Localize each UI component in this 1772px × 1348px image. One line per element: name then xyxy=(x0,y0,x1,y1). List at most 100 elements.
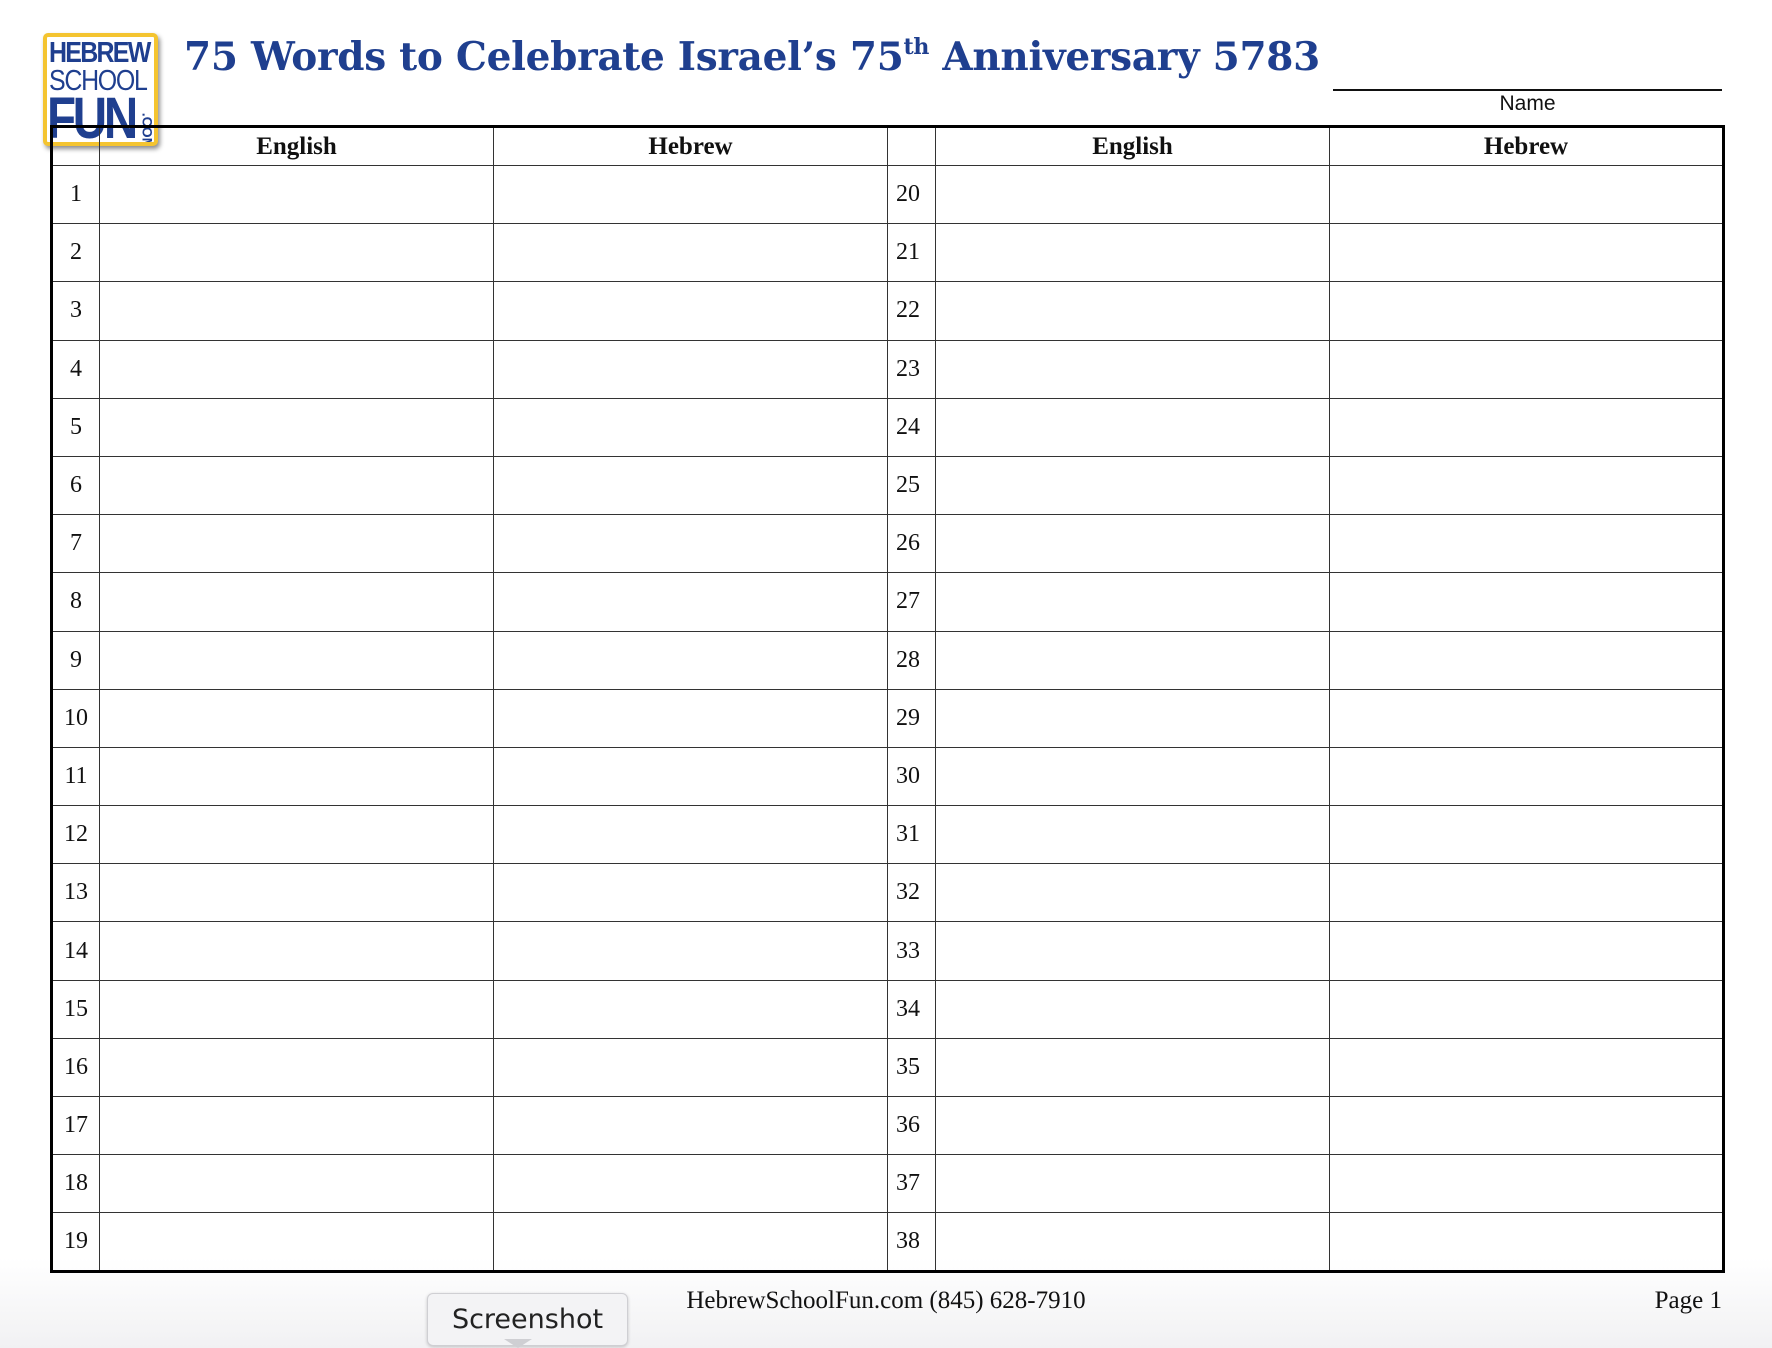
row-number-right: 25 xyxy=(887,455,936,516)
hebrew-cell-right[interactable] xyxy=(1329,805,1724,865)
table-row: 2 21 xyxy=(51,223,1724,283)
table-header-row: English Hebrew English Hebrew xyxy=(51,126,1724,166)
row-number-left: 12 xyxy=(51,805,100,865)
hebrew-cell-left[interactable] xyxy=(493,514,888,574)
row-number-left: 4 xyxy=(51,339,100,399)
hebrew-cell-right[interactable] xyxy=(1329,863,1724,923)
hebrew-cell-right[interactable] xyxy=(1329,339,1724,399)
hebrew-cell-left[interactable] xyxy=(493,455,888,516)
hebrew-cell-right[interactable] xyxy=(1329,746,1724,807)
hebrew-cell-left[interactable] xyxy=(493,746,888,807)
english-cell-right[interactable] xyxy=(935,514,1330,574)
hebrew-cell-left[interactable] xyxy=(493,1095,888,1156)
english-cell-right[interactable] xyxy=(935,1095,1330,1156)
title-superscript: th xyxy=(903,34,930,60)
english-cell-left[interactable] xyxy=(99,339,494,399)
english-cell-left[interactable] xyxy=(99,1154,494,1214)
english-cell-left[interactable] xyxy=(99,223,494,283)
hebrew-cell-right[interactable] xyxy=(1329,1095,1724,1156)
english-cell-right[interactable] xyxy=(935,164,1330,225)
english-cell-right[interactable] xyxy=(935,1212,1330,1272)
english-cell-left[interactable] xyxy=(99,164,494,225)
logo-line-1: HEBREW xyxy=(49,37,151,69)
english-cell-right[interactable] xyxy=(935,572,1330,632)
hebrew-cell-left[interactable] xyxy=(493,1154,888,1214)
english-cell-left[interactable] xyxy=(99,397,494,457)
english-cell-left[interactable] xyxy=(99,921,494,981)
hebrew-cell-right[interactable] xyxy=(1329,979,1724,1039)
english-cell-right[interactable] xyxy=(935,921,1330,981)
hebrew-cell-left[interactable] xyxy=(493,164,888,225)
english-cell-right[interactable] xyxy=(935,281,1330,341)
english-cell-left[interactable] xyxy=(99,688,494,748)
hebrew-cell-left[interactable] xyxy=(493,1037,888,1098)
row-number-left: 2 xyxy=(51,223,100,283)
row-number-left: 18 xyxy=(51,1154,100,1214)
english-cell-left[interactable] xyxy=(99,514,494,574)
english-cell-left[interactable] xyxy=(99,572,494,632)
hebrew-cell-right[interactable] xyxy=(1329,397,1724,457)
hebrew-cell-right[interactable] xyxy=(1329,1212,1724,1272)
hebrew-cell-left[interactable] xyxy=(493,921,888,981)
english-cell-left[interactable] xyxy=(99,979,494,1039)
english-cell-left[interactable] xyxy=(99,1095,494,1156)
row-number-left: 7 xyxy=(51,514,100,574)
english-cell-left[interactable] xyxy=(99,1037,494,1098)
english-cell-right[interactable] xyxy=(935,863,1330,923)
hebrew-cell-left[interactable] xyxy=(493,397,888,457)
hebrew-cell-right[interactable] xyxy=(1329,223,1724,283)
english-cell-right[interactable] xyxy=(935,1037,1330,1098)
hebrew-cell-right[interactable] xyxy=(1329,688,1724,748)
hebrew-cell-right[interactable] xyxy=(1329,572,1724,632)
row-number-left: 15 xyxy=(51,979,100,1039)
english-cell-left[interactable] xyxy=(99,746,494,807)
hebrew-cell-left[interactable] xyxy=(493,572,888,632)
english-cell-right[interactable] xyxy=(935,630,1330,690)
english-cell-right[interactable] xyxy=(935,688,1330,748)
hebrew-cell-right[interactable] xyxy=(1329,281,1724,341)
table-row: 9 28 xyxy=(51,630,1724,690)
row-number-right: 35 xyxy=(887,1037,936,1098)
row-number-right: 29 xyxy=(887,688,936,748)
english-cell-left[interactable] xyxy=(99,281,494,341)
english-cell-right[interactable] xyxy=(935,979,1330,1039)
row-number-right: 31 xyxy=(887,805,936,865)
english-cell-right[interactable] xyxy=(935,805,1330,865)
table-row: 13 32 xyxy=(51,863,1724,923)
english-cell-left[interactable] xyxy=(99,863,494,923)
row-number-right: 22 xyxy=(887,281,936,341)
row-number-right: 37 xyxy=(887,1154,936,1214)
hebrew-cell-right[interactable] xyxy=(1329,514,1724,574)
row-number-left: 10 xyxy=(51,688,100,748)
hebrew-cell-left[interactable] xyxy=(493,630,888,690)
hebrew-cell-left[interactable] xyxy=(493,863,888,923)
hebrew-cell-left[interactable] xyxy=(493,223,888,283)
english-cell-right[interactable] xyxy=(935,339,1330,399)
hebrew-cell-left[interactable] xyxy=(493,688,888,748)
english-cell-left[interactable] xyxy=(99,1212,494,1272)
hebrew-cell-left[interactable] xyxy=(493,805,888,865)
hebrew-cell-right[interactable] xyxy=(1329,455,1724,516)
row-number-left: 9 xyxy=(51,630,100,690)
hebrew-cell-right[interactable] xyxy=(1329,630,1724,690)
english-cell-right[interactable] xyxy=(935,746,1330,807)
header-english-left: English xyxy=(99,126,494,166)
hebrew-cell-right[interactable] xyxy=(1329,921,1724,981)
hebrew-cell-right[interactable] xyxy=(1329,1154,1724,1214)
hebrew-cell-left[interactable] xyxy=(493,339,888,399)
hebrew-cell-left[interactable] xyxy=(493,979,888,1039)
english-cell-right[interactable] xyxy=(935,397,1330,457)
row-number-right: 33 xyxy=(887,921,936,981)
english-cell-right[interactable] xyxy=(935,223,1330,283)
hebrew-cell-left[interactable] xyxy=(493,1212,888,1272)
hebrew-cell-left[interactable] xyxy=(493,281,888,341)
hebrew-cell-right[interactable] xyxy=(1329,164,1724,225)
header-number-left xyxy=(51,126,100,166)
english-cell-left[interactable] xyxy=(99,805,494,865)
name-line[interactable] xyxy=(1333,89,1722,91)
english-cell-right[interactable] xyxy=(935,455,1330,516)
hebrew-cell-right[interactable] xyxy=(1329,1037,1724,1098)
english-cell-right[interactable] xyxy=(935,1154,1330,1214)
english-cell-left[interactable] xyxy=(99,455,494,516)
english-cell-left[interactable] xyxy=(99,630,494,690)
